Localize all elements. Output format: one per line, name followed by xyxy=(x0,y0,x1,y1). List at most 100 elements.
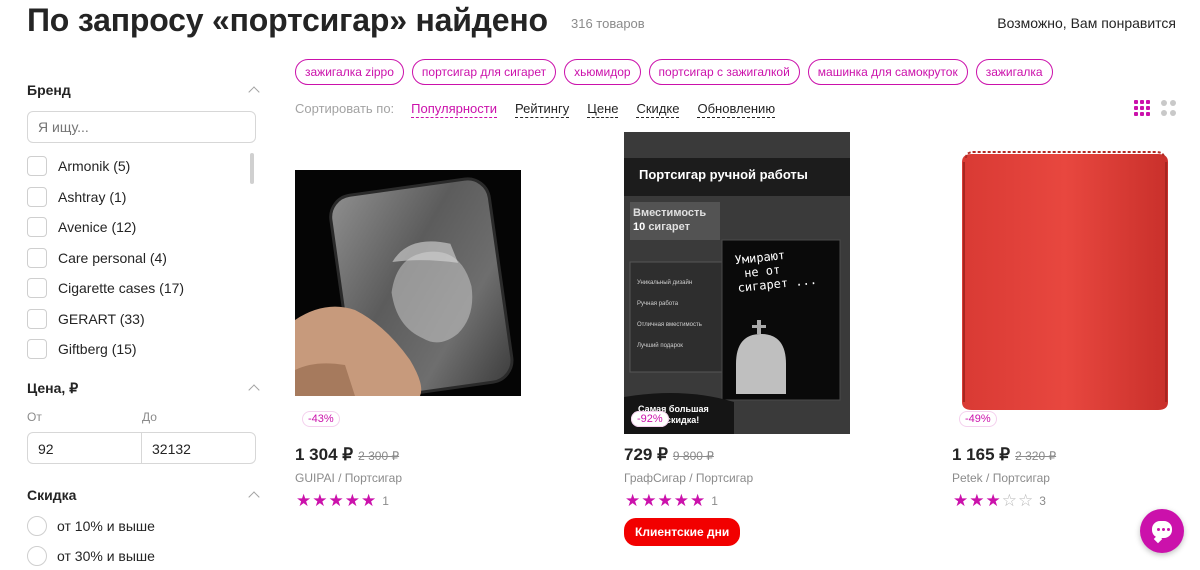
old-price: 9 800 ₽ xyxy=(672,449,714,463)
old-price: 2 300 ₽ xyxy=(358,449,400,463)
image-capacity-line2: 10 сигарет xyxy=(633,220,706,234)
search-tag[interactable]: зажигалка zippo xyxy=(295,59,404,85)
chevron-up-icon[interactable] xyxy=(248,384,260,396)
brand-option[interactable]: GERART (33) xyxy=(27,304,242,335)
price-row: 1 304 ₽ 2 300 ₽ xyxy=(295,445,399,465)
star-icon: ★ xyxy=(344,491,360,510)
radio-button[interactable] xyxy=(27,516,47,536)
price-to-label: До xyxy=(142,410,157,424)
brand-search-input[interactable] xyxy=(27,111,256,143)
sort-option-update[interactable]: Обновлению xyxy=(697,101,776,118)
search-tag[interactable]: хьюмидор xyxy=(564,59,641,85)
search-tag[interactable]: портсигар с зажигалкой xyxy=(648,59,800,85)
product-seller[interactable]: Petek / Портсигар xyxy=(952,471,1050,485)
checkbox[interactable] xyxy=(27,186,47,207)
review-count: 3 xyxy=(1039,494,1046,508)
sort-option-rating[interactable]: Рейтингу xyxy=(514,101,570,118)
image-feature: Отличная вместимость xyxy=(637,322,702,328)
discount-filter-title[interactable]: Скидка xyxy=(27,487,76,503)
checkbox[interactable] xyxy=(27,339,47,360)
image-feature: Лучший подарок xyxy=(637,343,683,349)
price-to-input[interactable]: 32132 xyxy=(141,432,256,464)
star-icon: ★ xyxy=(673,491,689,510)
sort-option-popularity[interactable]: Популярности xyxy=(411,101,497,118)
product-image[interactable] xyxy=(295,170,521,396)
rating-stars: ★ ★ ★ ★ ★ 1 xyxy=(625,492,718,510)
grid-view-icon[interactable] xyxy=(1134,100,1150,116)
chevron-up-icon[interactable] xyxy=(248,86,260,98)
sort-option-discount[interactable]: Скидке xyxy=(636,101,680,118)
brand-option[interactable]: Giftberg (15) xyxy=(27,334,242,365)
product-image[interactable]: Портсигар ручной работы Вместимость 10 с… xyxy=(624,132,850,434)
checkbox[interactable] xyxy=(27,308,47,329)
image-capacity-number: 10 xyxy=(633,221,646,233)
checkbox[interactable] xyxy=(27,278,47,299)
star-icon: ★ xyxy=(361,491,377,510)
brand-option-label: GERART (33) xyxy=(58,310,145,327)
image-case-text: Умирают не от сигарет ... xyxy=(734,245,817,295)
recommendations-link[interactable]: Возможно, Вам понравится xyxy=(997,15,1176,31)
search-tag[interactable]: портсигар для сигарет xyxy=(411,59,557,85)
image-features: Уникальный дизайн Ручная работа Отличная… xyxy=(637,273,702,357)
price-from-label: От xyxy=(27,410,42,424)
chat-icon xyxy=(1152,521,1172,538)
brand-option[interactable]: Ashtray (1) xyxy=(27,182,242,213)
brand-option-label: Avenice (12) xyxy=(58,219,137,236)
chevron-up-icon[interactable] xyxy=(248,491,260,503)
image-feature: Уникальный дизайн xyxy=(637,280,693,286)
image-capacity: Вместимость 10 сигарет xyxy=(633,206,706,234)
brand-option[interactable]: Avenice (12) xyxy=(27,212,242,243)
brand-list: Armonik (5) Ashtray (1) Avenice (12) Car… xyxy=(27,151,242,365)
star-icon: ★ xyxy=(641,491,657,510)
price: 729 ₽ xyxy=(624,445,668,464)
sort-option-price[interactable]: Цене xyxy=(587,101,619,118)
checkbox[interactable] xyxy=(27,247,47,268)
discount-badge: -43% xyxy=(302,411,340,427)
discount-option-label: от 10% и выше xyxy=(57,518,155,534)
image-capacity-line1: Вместимость xyxy=(633,207,707,219)
brand-filter-title[interactable]: Бренд xyxy=(27,82,71,98)
star-icon: ★ xyxy=(657,491,673,510)
rating-stars: ★ ★ ★ ★ ★ 1 xyxy=(296,492,389,510)
price: 1 304 ₽ xyxy=(295,445,354,464)
large-grid-view-icon[interactable] xyxy=(1161,100,1177,116)
image-feature: Ручная работа xyxy=(637,301,679,307)
discount-badge: -92% xyxy=(631,411,669,427)
discount-option-label: от 30% и выше xyxy=(57,548,155,564)
star-icon: ☆ xyxy=(1001,491,1017,510)
brand-option[interactable]: Cigarette cases (17) xyxy=(27,273,242,304)
product-image[interactable] xyxy=(952,132,1178,434)
chat-button[interactable] xyxy=(1140,509,1184,553)
price-row: 729 ₽ 9 800 ₽ xyxy=(624,445,714,465)
brand-option-label: Giftberg (15) xyxy=(58,341,137,358)
search-tag[interactable]: машинка для самокруток xyxy=(807,59,968,85)
star-icon: ★ xyxy=(985,491,1001,510)
image-headline: Портсигар ручной работы xyxy=(639,167,808,182)
search-tag[interactable]: зажигалка xyxy=(975,59,1053,85)
price: 1 165 ₽ xyxy=(952,445,1011,464)
star-icon: ★ xyxy=(312,491,328,510)
brand-list-scrollbar[interactable] xyxy=(250,153,254,184)
radio-button[interactable] xyxy=(27,546,47,566)
star-icon: ★ xyxy=(328,491,344,510)
brand-option[interactable]: Armonik (5) xyxy=(27,151,242,182)
price-row: 1 165 ₽ 2 320 ₽ xyxy=(952,445,1056,465)
star-icon: ☆ xyxy=(1018,491,1034,510)
star-icon: ★ xyxy=(953,491,969,510)
price-filter-title[interactable]: Цена, ₽ xyxy=(27,380,78,397)
page-title: По запросу «портсигар» найдено xyxy=(27,2,548,38)
promo-badge: Клиентские дни xyxy=(624,518,741,546)
product-seller[interactable]: GUIPAI / Портсигар xyxy=(295,471,402,485)
product-seller[interactable]: ГрафСигар / Портсигар xyxy=(624,471,753,485)
image-capacity-unit: сигарет xyxy=(648,221,690,233)
brand-option[interactable]: Care personal (4) xyxy=(27,243,242,274)
sort-label: Сортировать по: xyxy=(295,101,395,116)
brand-option-label: Cigarette cases (17) xyxy=(58,280,185,297)
discount-option[interactable]: от 30% и выше xyxy=(27,546,155,566)
checkbox[interactable] xyxy=(27,217,47,238)
price-from-input[interactable]: 92 xyxy=(27,432,142,464)
checkbox[interactable] xyxy=(27,156,47,177)
discount-option[interactable]: от 10% и выше xyxy=(27,516,155,536)
rating-stars: ★ ★ ★ ☆ ☆ 3 xyxy=(953,492,1046,510)
star-icon: ★ xyxy=(296,491,312,510)
